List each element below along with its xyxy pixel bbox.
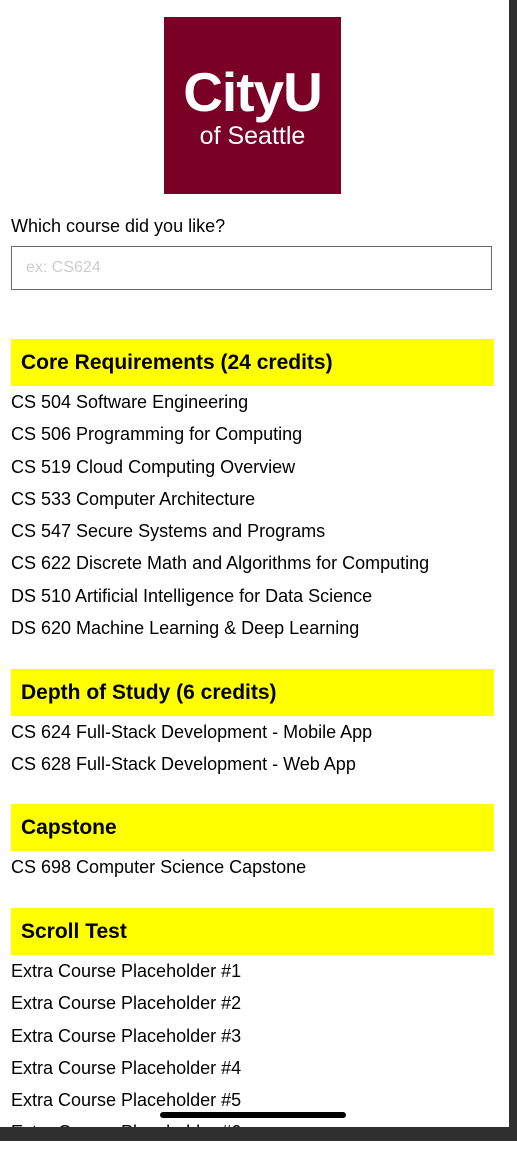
right-bezel: [509, 0, 517, 1141]
course-item[interactable]: DS 620 Machine Learning & Deep Learning: [11, 612, 494, 644]
course-item[interactable]: CS 622 Discrete Math and Algorithms for …: [11, 547, 494, 579]
section-header: Capstone: [11, 804, 494, 851]
course-item[interactable]: Extra Course Placeholder #3: [11, 1020, 494, 1052]
cityu-logo: CityU of Seattle: [164, 17, 341, 194]
bottom-bezel: [0, 1127, 517, 1141]
course-item[interactable]: Extra Course Placeholder #2: [11, 987, 494, 1019]
course-prompt-label: Which course did you like?: [11, 216, 226, 236]
section-header: Core Requirements (24 credits): [11, 339, 494, 386]
section-header: Depth of Study (6 credits): [11, 669, 494, 716]
section-depth-of-study: Depth of Study (6 credits) CS 624 Full-S…: [11, 669, 494, 781]
course-item[interactable]: CS 533 Computer Architecture: [11, 483, 494, 515]
course-item[interactable]: CS 506 Programming for Computing: [11, 418, 494, 450]
section-core-requirements: Core Requirements (24 credits) CS 504 So…: [11, 339, 494, 644]
logo-subtitle: of Seattle: [199, 122, 306, 150]
course-item[interactable]: DS 510 Artificial Intelligence for Data …: [11, 580, 494, 612]
section-capstone: Capstone CS 698 Computer Science Capston…: [11, 804, 494, 883]
course-item[interactable]: Extra Course Placeholder #1: [11, 955, 494, 987]
course-item[interactable]: CS 504 Software Engineering: [11, 386, 494, 418]
course-item[interactable]: CS 698 Computer Science Capstone: [11, 851, 494, 883]
home-indicator[interactable]: [160, 1112, 346, 1118]
logo-title: CityU: [183, 61, 323, 123]
course-search-input[interactable]: [24, 258, 479, 278]
course-item[interactable]: CS 624 Full-Stack Development - Mobile A…: [11, 716, 494, 748]
course-item[interactable]: CS 628 Full-Stack Development - Web App: [11, 748, 494, 780]
course-item[interactable]: CS 519 Cloud Computing Overview: [11, 451, 494, 483]
course-search-field[interactable]: [11, 246, 492, 290]
course-item[interactable]: CS 547 Secure Systems and Programs: [11, 515, 494, 547]
course-item[interactable]: Extra Course Placeholder #4: [11, 1052, 494, 1084]
section-header: Scroll Test: [11, 908, 494, 955]
